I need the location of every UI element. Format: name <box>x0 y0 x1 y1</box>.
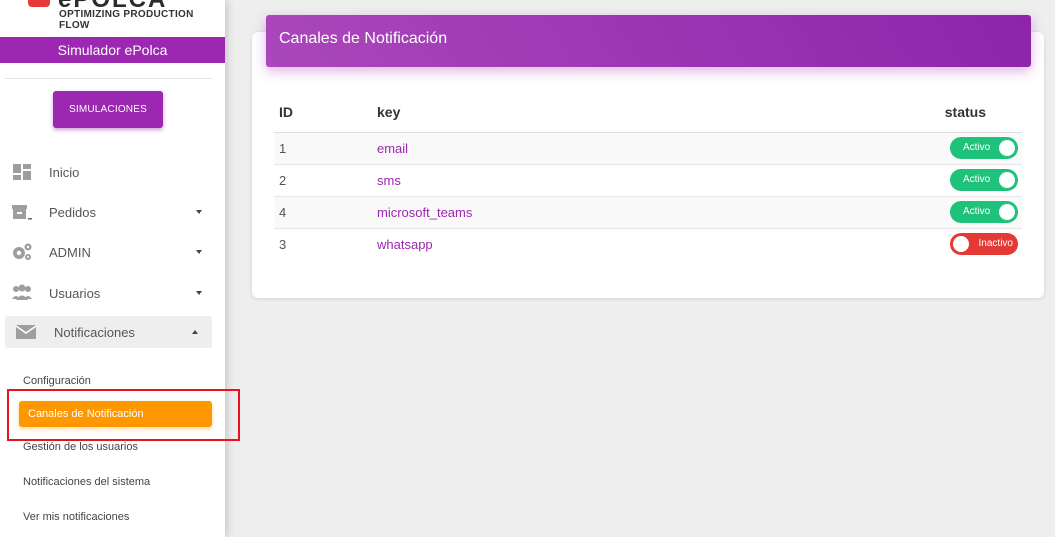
sidebar-item-inicio[interactable]: Inicio <box>5 157 212 187</box>
chevron-down-icon <box>196 210 202 214</box>
column-header-key[interactable]: key <box>372 92 932 133</box>
sidebar-item-usuarios[interactable]: Usuarios <box>5 278 212 308</box>
logo[interactable]: ePOLCA OPTIMIZING PRODUCTION FLOW <box>0 0 225 37</box>
sidebar-item-notificaciones[interactable]: Notificaciones <box>5 316 212 348</box>
row-key-link[interactable]: whatsapp <box>377 237 433 252</box>
archive-icon <box>12 205 32 220</box>
table-row: 2 sms Activo <box>274 164 1022 197</box>
status-toggle-label: Inactivo <box>978 238 1013 250</box>
row-id: 4 <box>274 196 372 229</box>
dashboard-icon <box>13 164 31 180</box>
sidebar-item-label: Pedidos <box>49 204 96 220</box>
row-key-link[interactable]: email <box>377 141 408 156</box>
chevron-down-icon <box>196 291 202 295</box>
subitem-gestion-usuarios[interactable]: Gestión de los usuarios <box>23 441 138 453</box>
column-header-status[interactable]: status <box>932 92 1022 133</box>
sidebar-item-admin[interactable]: ADMIN <box>5 237 212 267</box>
column-header-id[interactable]: ID <box>274 92 372 133</box>
table-row: 3 whatsapp Inactivo <box>274 228 1022 260</box>
status-toggle-label: Activo <box>963 206 991 217</box>
table-row: 1 email Activo <box>274 132 1022 165</box>
table-header-row: ID key status <box>274 92 1022 133</box>
chevron-up-icon <box>192 330 198 334</box>
chevron-down-icon <box>196 250 202 254</box>
status-toggle[interactable]: Activo <box>950 137 1018 159</box>
simulaciones-button[interactable]: SIMULACIONES <box>53 91 163 128</box>
sidebar-item-pedidos[interactable]: Pedidos <box>5 197 212 227</box>
users-icon <box>12 284 32 300</box>
status-toggle-label: Activo <box>963 174 991 185</box>
card-title: Canales de Notificación <box>266 15 1031 67</box>
subitem-canales-notificacion[interactable]: Canales de Notificación <box>19 401 212 427</box>
row-key-link[interactable]: sms <box>377 173 401 188</box>
sidebar-divider <box>5 78 212 79</box>
sidebar-item-label: Usuarios <box>49 285 101 301</box>
envelope-icon <box>15 325 37 339</box>
table-row: 4 microsoft_teams Activo <box>274 196 1022 229</box>
status-toggle-label: Activo <box>963 142 991 153</box>
status-toggle[interactable]: Activo <box>950 201 1018 223</box>
subitem-ver-mis-notificaciones[interactable]: Ver mis notificaciones <box>23 511 129 523</box>
toggle-knob <box>999 172 1015 188</box>
row-key-link[interactable]: microsoft_teams <box>377 205 472 220</box>
toggle-knob <box>953 236 969 253</box>
sidebar-item-label: ADMIN <box>49 244 91 260</box>
subitem-notificaciones-sistema[interactable]: Notificaciones del sistema <box>23 476 150 488</box>
subitem-configuracion[interactable]: Configuración <box>23 375 91 387</box>
row-id: 1 <box>274 132 372 165</box>
sidebar-item-label: Notificaciones <box>54 324 135 340</box>
gears-icon <box>13 243 32 260</box>
status-toggle[interactable]: Inactivo <box>950 233 1018 256</box>
logo-tagline: OPTIMIZING PRODUCTION FLOW <box>59 9 194 31</box>
row-id: 2 <box>274 164 372 197</box>
channels-table: ID key status 1 email Activo 2 sms Activ… <box>274 92 1022 260</box>
toggle-knob <box>999 140 1015 156</box>
sidebar-item-label: Inicio <box>49 164 80 180</box>
status-toggle[interactable]: Activo <box>950 169 1018 191</box>
logo-mark-icon <box>28 0 50 7</box>
sidebar: ePOLCA OPTIMIZING PRODUCTION FLOW Simula… <box>0 0 225 537</box>
sidebar-brand: Simulador ePolca <box>0 37 225 63</box>
row-id: 3 <box>279 236 287 252</box>
toggle-knob <box>999 204 1015 220</box>
